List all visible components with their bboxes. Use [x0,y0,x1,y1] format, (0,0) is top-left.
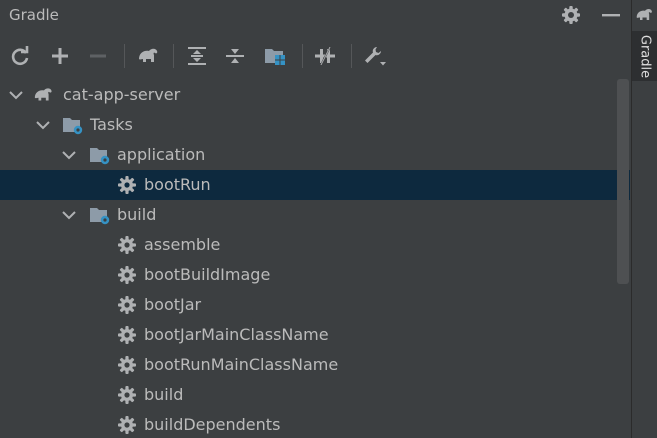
toolbar-divider [124,44,125,68]
right-tool-strip: Gradle [631,0,657,438]
chevron-down-icon[interactable] [61,147,77,163]
toolbar-divider [302,44,303,68]
task-row-bootRunMainClassName[interactable]: bootRunMainClassName [0,350,630,380]
task-label: bootJar [144,295,202,314]
collapse-all-icon[interactable] [221,42,249,70]
tree-row-tasks[interactable]: Tasks [0,110,630,140]
gear-icon [118,236,136,254]
group-label: build [117,205,157,224]
gradle-elephant-icon [34,88,52,101]
task-folder-icon [90,208,110,225]
toolbar-divider [351,44,352,68]
folder-module-icon[interactable] [261,42,289,70]
gradle-side-tab[interactable]: Gradle [632,31,657,81]
wrench-settings-icon[interactable] [360,42,388,70]
tree-row-project[interactable]: cat-app-server [0,80,630,110]
task-row-bootJar[interactable]: bootJar [0,290,630,320]
gear-icon [118,386,136,404]
task-row-build[interactable]: build [0,380,630,410]
task-label: build [144,385,184,404]
task-label: buildDependents [144,415,281,434]
add-icon[interactable] [46,42,74,70]
refresh-icon[interactable] [6,42,34,70]
task-row-assemble[interactable]: assemble [0,230,630,260]
toggle-offline-icon[interactable] [311,42,339,70]
chevron-down-icon[interactable] [61,207,77,223]
toolbar-divider [173,44,174,68]
tasks-label: Tasks [90,115,133,134]
gear-icon [118,416,136,434]
task-label: bootJarMainClassName [144,325,329,344]
task-row-bootRun[interactable]: bootRun [0,170,630,200]
task-label: assemble [144,235,221,254]
gear-icon [118,266,136,284]
task-label: bootBuildImage [144,265,271,284]
gradle-elephant-icon[interactable] [635,6,655,24]
remove-icon[interactable] [84,42,112,70]
panel-title: Gradle [9,6,59,24]
task-folder-icon [63,118,83,135]
side-tab-label: Gradle [637,34,653,79]
gear-icon [118,296,136,314]
minimize-icon[interactable] [600,4,622,26]
task-row-bootJarMainClassName[interactable]: bootJarMainClassName [0,320,630,350]
chevron-down-icon[interactable] [8,87,24,103]
task-row-buildDependents[interactable]: buildDependents [0,410,630,438]
gradle-elephant-icon[interactable] [134,42,162,70]
gradle-tree: cat-app-server Tasks application bootRun [0,79,630,438]
panel-header: Gradle [0,0,630,31]
task-label: bootRun [144,175,211,194]
gear-icon [118,326,136,344]
gear-icon [118,176,136,194]
gear-icon [118,356,136,374]
settings-gear-icon[interactable] [560,4,582,26]
tree-row-group-application[interactable]: application [0,140,630,170]
expand-all-icon[interactable] [183,42,211,70]
tree-row-group-build[interactable]: build [0,200,630,230]
task-folder-icon [90,148,110,165]
project-label: cat-app-server [63,85,181,104]
toolbar [0,38,630,74]
chevron-down-icon[interactable] [35,117,51,133]
task-row-bootBuildImage[interactable]: bootBuildImage [0,260,630,290]
group-label: application [117,145,206,164]
vertical-scrollbar[interactable] [617,79,629,284]
task-label: bootRunMainClassName [144,355,339,374]
